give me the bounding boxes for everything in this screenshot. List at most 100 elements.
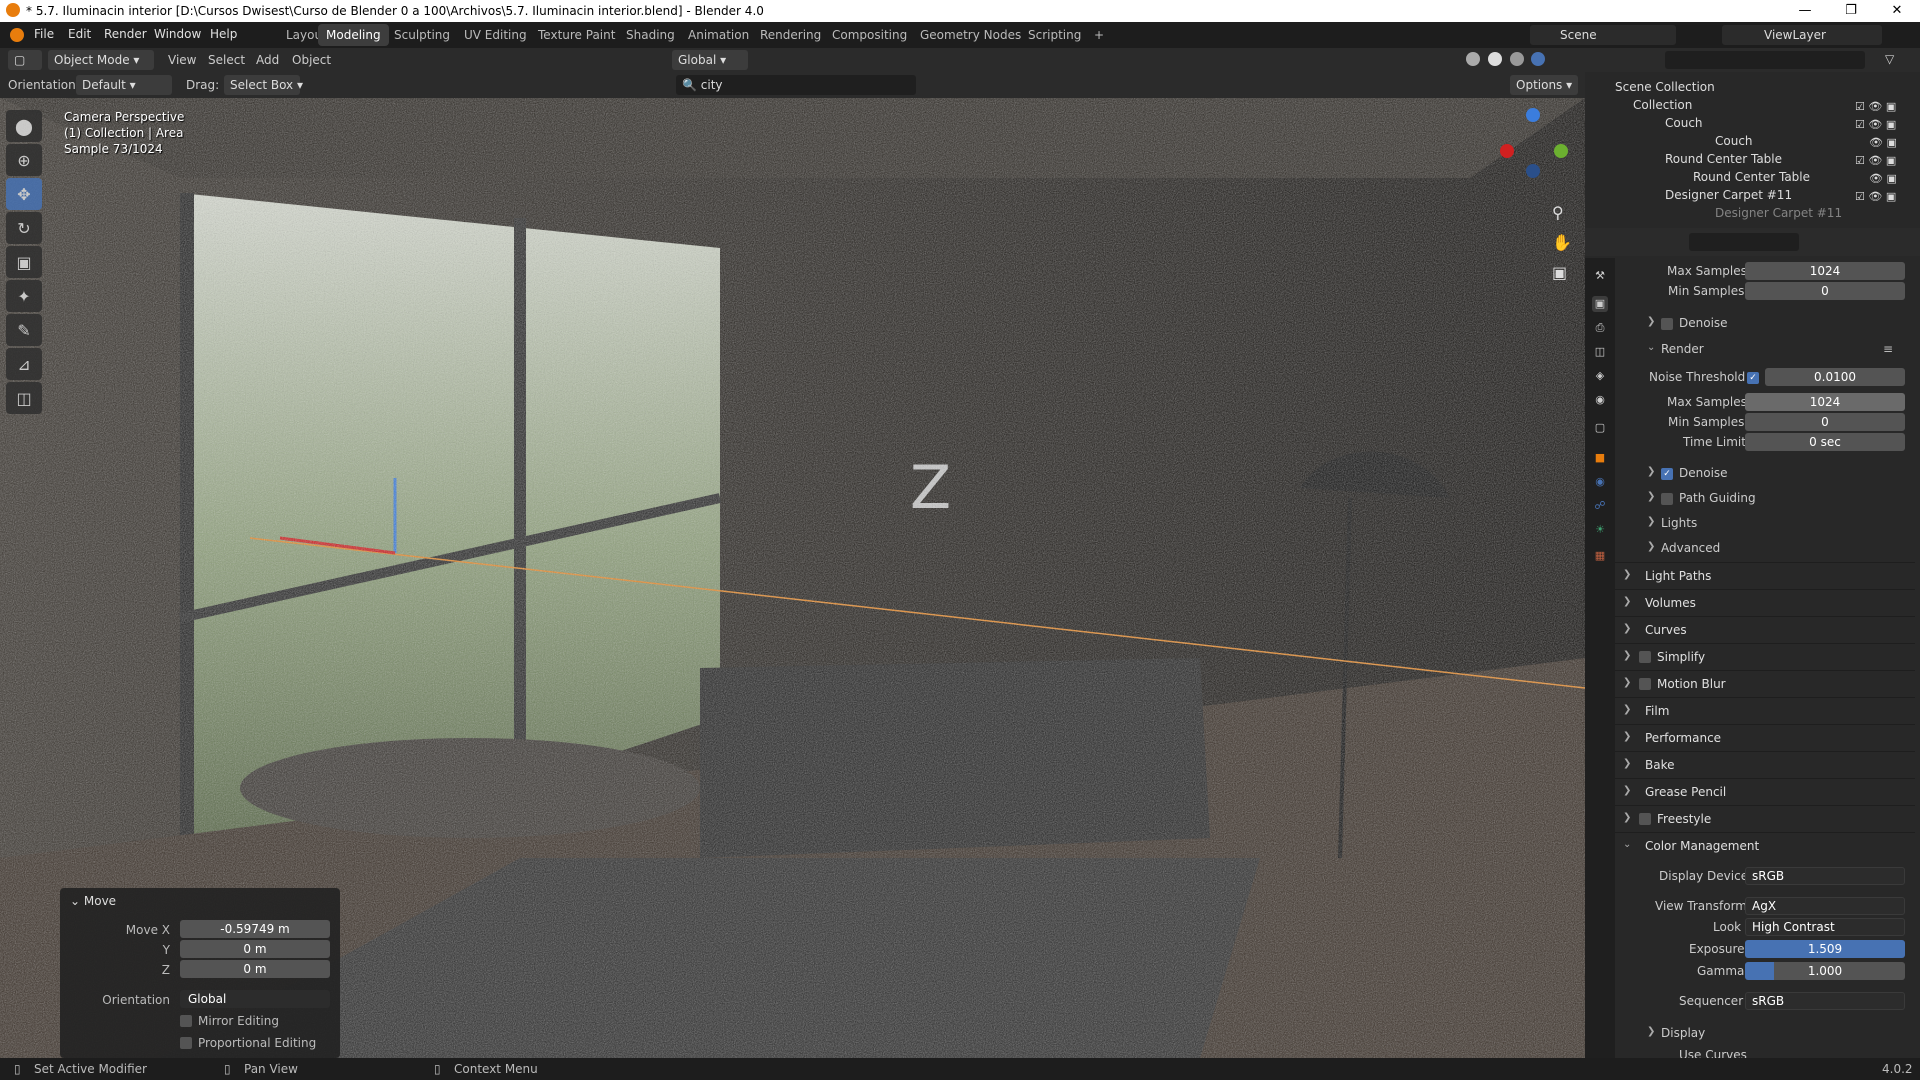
render-max-samples-field[interactable]: 1024 xyxy=(1745,393,1905,411)
search-input[interactable]: 🔍 city xyxy=(676,75,916,95)
move-y-field[interactable]: 0 m xyxy=(180,940,330,958)
editor-type-button[interactable]: ▢ xyxy=(8,50,42,70)
outliner-visibility-column[interactable]: ☑ 👁 ▣ ☑ 👁 ▣ 👁 ▣ ☑ 👁 ▣ 👁 ▣ ☑ 👁 ▣ xyxy=(1855,98,1897,206)
filter-icon[interactable]: ▽ xyxy=(1885,52,1894,66)
freestyle-panel[interactable]: ❯ Freestyle xyxy=(1615,805,1915,831)
gizmo-z-icon[interactable] xyxy=(1526,108,1540,122)
render-subpanel-header[interactable]: ⌄ Render ≡ xyxy=(1615,340,1915,360)
menu-file[interactable]: File xyxy=(34,27,54,41)
transform-orientation-selector[interactable]: Global ▾ xyxy=(672,50,748,70)
eye-icon[interactable]: ☑ 👁 ▣ xyxy=(1855,152,1897,170)
navigation-gizmo[interactable] xyxy=(1500,108,1570,178)
outliner-scene-collection[interactable]: Scene Collection xyxy=(1615,80,1715,98)
denoise-viewport-subpanel[interactable]: ❯ Denoise xyxy=(1615,314,1915,334)
grease-pencil-panel[interactable]: ❯ Grease Pencil xyxy=(1615,778,1915,804)
outliner-item[interactable]: Collection xyxy=(1633,98,1692,116)
viewport-shading-buttons[interactable] xyxy=(1316,52,1576,68)
eye-icon[interactable]: ☑ 👁 ▣ xyxy=(1855,116,1897,134)
proportional-editing-checkbox[interactable] xyxy=(180,1037,192,1049)
color-management-panel[interactable]: ⌄ Color Management xyxy=(1615,832,1915,858)
menu-edit[interactable]: Edit xyxy=(68,27,91,41)
tab-rendering[interactable]: Rendering xyxy=(752,24,829,46)
denoise-render-subpanel[interactable]: ❯ ✓ Denoise xyxy=(1615,464,1915,484)
tab-compositing[interactable]: Compositing xyxy=(824,24,915,46)
move-z-field[interactable]: 0 m xyxy=(180,960,330,978)
tab-geometry-nodes[interactable]: Geometry Nodes xyxy=(912,24,1029,46)
display-subpanel[interactable]: ❯ Display xyxy=(1615,1024,1915,1044)
mirror-editing-row[interactable]: Mirror Editing xyxy=(60,1012,340,1032)
add-cube-tool-icon[interactable]: ◫ xyxy=(6,382,42,414)
gizmo-y-icon[interactable] xyxy=(1554,144,1568,158)
object-tab-icon[interactable]: ■ xyxy=(1592,450,1608,466)
path-guiding-subpanel[interactable]: ❯ Path Guiding xyxy=(1615,489,1915,509)
noise-threshold-checkbox[interactable]: ✓ xyxy=(1747,372,1759,384)
light-paths-panel[interactable]: ❯ Light Paths xyxy=(1615,562,1915,588)
blender-menu-icon[interactable] xyxy=(10,28,24,42)
freestyle-checkbox[interactable] xyxy=(1639,813,1651,825)
minimize-button[interactable]: — xyxy=(1782,0,1828,22)
pan-hand-icon[interactable]: ✋ xyxy=(1552,228,1572,258)
move-orientation-dropdown[interactable]: Global xyxy=(180,990,330,1008)
film-panel[interactable]: ❯ Film xyxy=(1615,697,1915,723)
menu-view[interactable]: View xyxy=(168,53,196,67)
mirror-editing-checkbox[interactable] xyxy=(180,1015,192,1027)
gamma-slider[interactable]: 1.000 xyxy=(1745,962,1905,980)
proportional-editing-row[interactable]: Proportional Editing xyxy=(60,1034,340,1054)
tab-texture-paint[interactable]: Texture Paint xyxy=(530,24,623,46)
menu-help[interactable]: Help xyxy=(210,27,237,41)
move-panel-header[interactable]: ⌄ Move xyxy=(70,894,116,908)
rotate-tool-icon[interactable]: ↻ xyxy=(6,212,42,244)
outliner-search-input[interactable] xyxy=(1665,51,1865,69)
curves-panel[interactable]: ❯ Curves xyxy=(1615,616,1915,642)
tab-modeling[interactable]: Modeling xyxy=(318,24,389,46)
texture-tab-icon[interactable]: ▦ xyxy=(1592,548,1608,564)
gizmo-x-icon[interactable] xyxy=(1500,144,1514,158)
outliner-item[interactable]: Designer Carpet #11 xyxy=(1715,206,1842,224)
camera-view-icon[interactable]: ▣ xyxy=(1552,258,1572,288)
orientation-selector[interactable]: Default ▾ xyxy=(76,75,172,95)
denoise-viewport-checkbox[interactable] xyxy=(1661,318,1673,330)
list-icon[interactable]: ≡ xyxy=(1883,342,1893,356)
tool-tab-icon[interactable]: ⚒ xyxy=(1592,268,1608,284)
annotate-tool-icon[interactable]: ✎ xyxy=(6,314,42,346)
viewlayer-selector[interactable]: ViewLayer xyxy=(1722,25,1882,45)
maximize-button[interactable]: ❐ xyxy=(1828,0,1874,22)
physics-tab-icon[interactable]: ◉ xyxy=(1592,474,1608,490)
close-button[interactable]: ✕ xyxy=(1874,0,1920,22)
world-tab-icon[interactable]: ◉ xyxy=(1592,392,1608,408)
eye-icon[interactable]: ☑ 👁 ▣ xyxy=(1855,98,1897,116)
eye-icon[interactable]: ☑ 👁 ▣ xyxy=(1855,188,1897,206)
zoom-icon[interactable]: ⚲ xyxy=(1552,198,1572,228)
noise-threshold-field[interactable]: 0.0100 xyxy=(1765,368,1905,386)
outliner-item[interactable]: Designer Carpet #11 xyxy=(1665,188,1792,206)
time-limit-field[interactable]: 0 sec xyxy=(1745,433,1905,451)
options-dropdown[interactable]: Options ▾ xyxy=(1510,75,1578,95)
scene-tab-icon[interactable]: ◈ xyxy=(1592,368,1608,384)
select-box-tool-icon[interactable]: ⬤ xyxy=(6,110,42,142)
outliner-item[interactable]: Couch xyxy=(1665,116,1703,134)
motion-blur-panel[interactable]: ❯ Motion Blur xyxy=(1615,670,1915,696)
mode-selector[interactable]: Object Mode ▾ xyxy=(48,50,154,70)
output-tab-icon[interactable]: ⎙ xyxy=(1592,320,1608,336)
add-workspace-button[interactable]: + xyxy=(1086,24,1112,46)
constraints-tab-icon[interactable]: ☍ xyxy=(1592,498,1608,514)
move-tool-icon[interactable]: ✥ xyxy=(6,178,42,210)
view-transform-dropdown[interactable]: AgX xyxy=(1745,897,1905,915)
tab-animation[interactable]: Animation xyxy=(680,24,757,46)
data-tab-icon[interactable]: ☀ xyxy=(1592,522,1608,538)
tab-uv-editing[interactable]: UV Editing xyxy=(456,24,535,46)
drag-selector[interactable]: Select Box ▾ xyxy=(224,75,303,95)
exposure-slider[interactable]: 1.509 xyxy=(1745,940,1905,958)
render-min-samples-field[interactable]: 0 xyxy=(1745,413,1905,431)
properties-search-input[interactable] xyxy=(1689,233,1799,251)
viewport-min-samples-field[interactable]: 0 xyxy=(1745,282,1905,300)
simplify-checkbox[interactable] xyxy=(1639,651,1651,663)
tab-sculpting[interactable]: Sculpting xyxy=(386,24,458,46)
scale-tool-icon[interactable]: ▣ xyxy=(6,246,42,278)
display-device-dropdown[interactable]: sRGB xyxy=(1745,867,1905,885)
view-layer-tab-icon[interactable]: ◫ xyxy=(1592,344,1608,360)
sequencer-dropdown[interactable]: sRGB xyxy=(1745,992,1905,1010)
eye-icon[interactable]: 👁 ▣ xyxy=(1855,134,1897,152)
look-dropdown[interactable]: High Contrast xyxy=(1745,918,1905,936)
menu-select[interactable]: Select xyxy=(208,53,245,67)
